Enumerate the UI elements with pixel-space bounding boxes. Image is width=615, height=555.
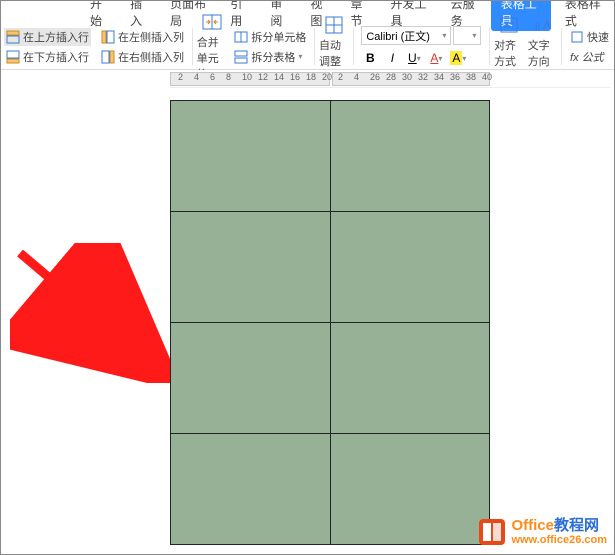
merge-cells-button[interactable]: 合并单元格 (195, 24, 229, 69)
font-color-button[interactable]: A▾ (427, 49, 445, 67)
insert-col-right-icon (101, 50, 115, 64)
ribbon-toolbar: 在上方插入行 在下方插入行 在左侧插入列 在右侧插入列 合并单元格 (0, 24, 615, 70)
document-page (170, 100, 490, 550)
ruler-mark: 20 (322, 72, 332, 82)
svg-text:||: || (535, 21, 540, 32)
table-cell[interactable] (171, 323, 331, 434)
ruler-mark: 12 (258, 72, 268, 82)
quick-calc-button[interactable]: 快速 (568, 28, 611, 46)
ruler-mark: 4 (194, 72, 199, 82)
autofit-label: 自动调整 (319, 37, 349, 69)
table-cell[interactable] (330, 212, 490, 323)
table-row (171, 212, 490, 323)
ruler-mark: 28 (386, 72, 396, 82)
quick-calc-icon (570, 30, 584, 44)
split-cells-button[interactable]: 拆分单元格 (232, 28, 308, 46)
ruler-mark: 2 (178, 72, 183, 82)
ruler-mark: 36 (450, 72, 460, 82)
text-direction-button[interactable]: ||A 文字方向 ▾ (526, 24, 560, 69)
insert-row-above-icon (6, 30, 20, 44)
underline-button[interactable]: U▾ (405, 49, 423, 67)
ruler-mark: 30 (402, 72, 412, 82)
italic-button[interactable]: I (383, 49, 401, 67)
insert-col-left-button[interactable]: 在左侧插入列 (99, 28, 186, 46)
chevron-down-icon: ▾ (298, 52, 302, 61)
insert-row-below-icon (6, 50, 20, 64)
split-table-icon (234, 50, 248, 64)
insert-row-above-button[interactable]: 在上方插入行 (4, 28, 91, 46)
table-cell[interactable] (330, 434, 490, 545)
ruler-mark: 32 (418, 72, 428, 82)
table-cell[interactable] (171, 212, 331, 323)
table-cell[interactable] (171, 101, 331, 212)
watermark-title: Office教程网 (511, 518, 607, 535)
table-cell[interactable] (330, 101, 490, 212)
insert-row-below-label: 在下方插入行 (23, 49, 89, 65)
ruler-mark: 16 (290, 72, 300, 82)
autofit-icon (324, 15, 344, 35)
watermark: Office教程网 www.office26.com (477, 517, 607, 547)
split-cells-label: 拆分单元格 (251, 29, 306, 45)
formula-label: fx 公式 (570, 49, 604, 65)
table-cell[interactable] (330, 323, 490, 434)
table-row (171, 434, 490, 545)
watermark-url: www.office26.com (511, 534, 607, 546)
insert-row-above-label: 在上方插入行 (23, 29, 89, 45)
highlight-button[interactable]: A▾ (449, 49, 467, 67)
merge-cells-icon (202, 12, 222, 32)
split-table-label: 拆分表格 (251, 49, 295, 65)
menu-bar: 开始 插入 页面布局 引用 审阅 视图 章节 开发工具 云服务 表格工具 表格样… (0, 0, 615, 24)
table-row (171, 323, 490, 434)
insert-col-right-button[interactable]: 在右侧插入列 (99, 48, 186, 66)
split-table-button[interactable]: 拆分表格 ▾ (232, 48, 308, 66)
table-row (171, 101, 490, 212)
text-direction-label: 文字方向 (528, 37, 558, 69)
svg-text:A: A (543, 18, 551, 32)
ruler-mark: 26 (370, 72, 380, 82)
font-name-value: Calibri (正文) (366, 28, 430, 44)
formula-button[interactable]: fx 公式 (568, 48, 611, 66)
insert-col-left-label: 在左侧插入列 (118, 29, 184, 45)
ruler-mark: 38 (466, 72, 476, 82)
alignment-button[interactable]: 对齐方式 ▾ (492, 24, 526, 69)
alignment-label: 对齐方式 (494, 37, 524, 69)
ruler-mark: 6 (210, 72, 215, 82)
ruler-mark: 10 (242, 72, 252, 82)
insert-row-below-button[interactable]: 在下方插入行 (4, 48, 91, 66)
insert-col-right-label: 在右侧插入列 (118, 49, 184, 65)
table-cell[interactable] (171, 434, 331, 545)
ruler-mark: 2 (338, 72, 343, 82)
font-name-select[interactable]: Calibri (正文) ▾ (361, 26, 451, 45)
office-logo-icon (477, 517, 507, 547)
alignment-icon (499, 15, 519, 35)
document-area[interactable]: Office教程网 www.office26.com (0, 88, 615, 555)
bold-button[interactable]: B (361, 49, 379, 67)
insert-col-left-icon (101, 30, 115, 44)
autofit-button[interactable]: 自动调整 ▾ (317, 24, 351, 69)
ruler-mark: 4 (354, 72, 359, 82)
ruler-mark: 34 (434, 72, 444, 82)
document-table[interactable] (170, 100, 490, 545)
text-direction-icon: ||A (533, 15, 553, 35)
chevron-down-icon: ▾ (442, 31, 446, 40)
font-size-select[interactable]: ▾ (453, 26, 481, 45)
chevron-down-icon: ▾ (472, 31, 476, 40)
quick-calc-label: 快速 (587, 29, 609, 45)
annotation-arrow-icon (10, 243, 170, 383)
horizontal-ruler[interactable]: 2468101214161820242628303234363840 (170, 70, 610, 88)
ruler-mark: 40 (482, 72, 492, 82)
ruler-mark: 8 (226, 72, 231, 82)
ruler-mark: 14 (274, 72, 284, 82)
split-cells-icon (234, 30, 248, 44)
ruler-mark: 18 (306, 72, 316, 82)
